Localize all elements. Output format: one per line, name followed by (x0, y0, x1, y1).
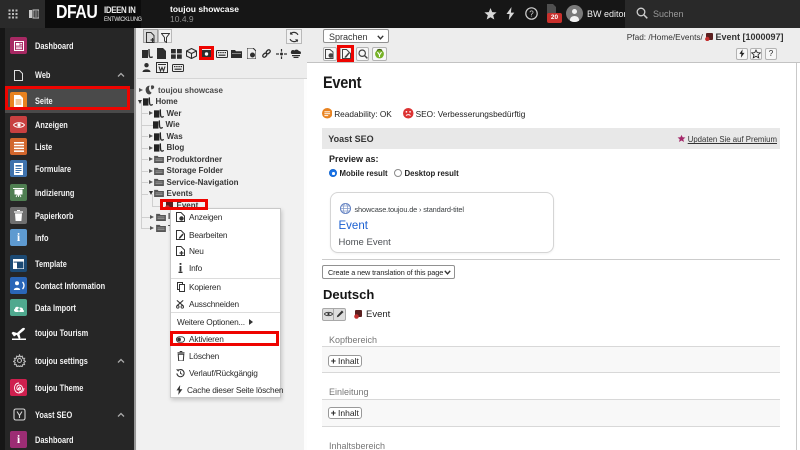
svg-text:?: ? (529, 9, 534, 18)
